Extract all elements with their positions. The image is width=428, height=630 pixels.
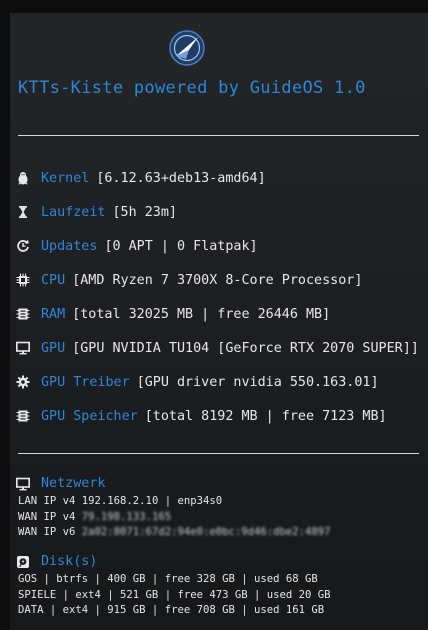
network-heading: Netzwerk [16,476,106,491]
network-line-wan-v6: WAN IP v6 2a02:8071:67d2:94e0:e0bc:9d46:… [18,526,331,538]
gear-icon [16,375,30,389]
info-row-ram: RAM [total 32025 MB | free 26446 MB] [16,304,330,324]
network-list: LAN IP v4 192.168.2.10 | enp34s0 WAN IP … [18,494,331,541]
cpu-icon [16,273,30,287]
info-row-updates: Updates [0 APT | 0 Flatpak] [16,236,258,256]
cpu-label: CPU [41,272,66,288]
memory-icon [16,307,30,321]
monitor-icon [16,477,30,491]
disk-line-spiele: SPIELE | ext4 | 521 GB | free 473 GB | u… [18,588,331,601]
linux-penguin-icon [16,171,30,185]
info-row-kernel: Kernel [6.12.63+deb13-amd64] [16,168,266,188]
network-line-lan: LAN IP v4 192.168.2.10 | enp34s0 [18,495,223,507]
disks-heading: Disk(s) [16,554,97,569]
guideos-compass-logo [169,30,205,66]
kernel-value: [6.12.63+deb13-amd64] [96,170,266,186]
updates-value: [0 APT | 0 Flatpak] [104,238,258,254]
divider-middle [18,453,419,454]
divider-top [18,135,419,136]
info-row-gpu: GPU [GPU NVIDIA TU104 [GeForce RTX 2070 … [16,338,419,358]
info-row-uptime: Laufzeit [5h 23m] [16,202,177,222]
info-row-cpu: CPU [AMD Ryzen 7 3700X 8-Core Processor] [16,270,362,290]
disk-line-gos: GOS | btrfs | 400 GB | free 328 GB | use… [18,573,318,585]
conky-panel: KTTs-Kiste powered by GuideOS 1.0 Kernel… [10,13,428,630]
uptime-label: Laufzeit [41,204,106,220]
page-title: KTTs-Kiste powered by GuideOS 1.0 [18,78,366,98]
cpu-value: [AMD Ryzen 7 3700X 8-Core Processor] [72,272,363,288]
ram-label: RAM [41,306,66,322]
disk-line-data: DATA | ext4 | 915 GB | free 708 GB | use… [18,604,325,616]
memory-icon [16,409,30,423]
gpu-driver-value: [GPU driver nvidia 550.163.01] [136,374,379,390]
info-row-gpu-driver: GPU Treiber [GPU driver nvidia 550.163.0… [16,372,379,392]
updates-label: Updates [41,238,98,254]
hourglass-icon [16,205,30,219]
gpu-label: GPU [41,340,66,356]
disk-icon [16,555,30,569]
wan-v6-value: 2a02:8071:67d2:94e0:e0bc:9d46:dbe2:4897 [81,526,331,538]
refresh-icon [16,239,30,253]
wan-v4-value: 79.198.133.165 [81,510,172,523]
disks-list: GOS | btrfs | 400 GB | free 328 GB | use… [18,572,331,619]
network-label: Netzwerk [41,476,106,491]
gpu-memory-label: GPU Speicher [41,408,138,424]
kernel-label: Kernel [41,170,90,186]
monitor-icon [16,341,30,355]
info-row-gpu-memory: GPU Speicher [total 8192 MB | free 7123 … [16,406,387,426]
disks-label: Disk(s) [41,554,98,569]
gpu-value: [GPU NVIDIA TU104 [GeForce RTX 2070 SUPE… [72,340,419,356]
uptime-value: [5h 23m] [112,204,178,220]
gpu-driver-label: GPU Treiber [41,374,130,390]
ram-value: [total 32025 MB | free 26446 MB] [72,306,331,322]
gpu-memory-value: [total 8192 MB | free 7123 MB] [144,408,387,424]
network-line-wan-v4: WAN IP v4 79.198.133.165 [18,510,172,523]
